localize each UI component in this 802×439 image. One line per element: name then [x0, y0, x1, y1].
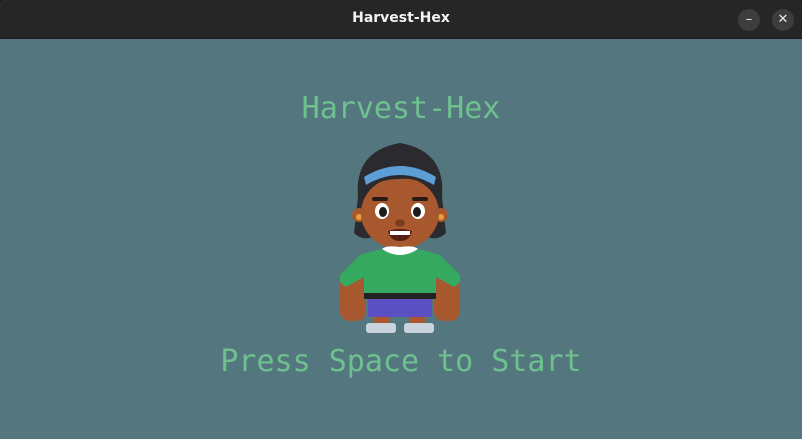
title-bar[interactable]: Harvest-Hex – ✕ — [0, 0, 802, 39]
game-window: Harvest-Hex – ✕ Harvest-Hex Press Space … — [0, 0, 802, 439]
farmer-girl-character-icon — [339, 143, 461, 333]
minimize-icon: – — [745, 12, 753, 27]
game-canvas[interactable]: Harvest-Hex Press Space to Start — [0, 39, 802, 439]
window-title: Harvest-Hex — [352, 10, 450, 26]
start-prompt: Press Space to Start — [220, 344, 582, 379]
game-title: Harvest-Hex — [301, 91, 501, 126]
minimize-button[interactable]: – — [738, 9, 760, 31]
close-button[interactable]: ✕ — [772, 9, 794, 31]
close-icon: ✕ — [777, 12, 789, 27]
